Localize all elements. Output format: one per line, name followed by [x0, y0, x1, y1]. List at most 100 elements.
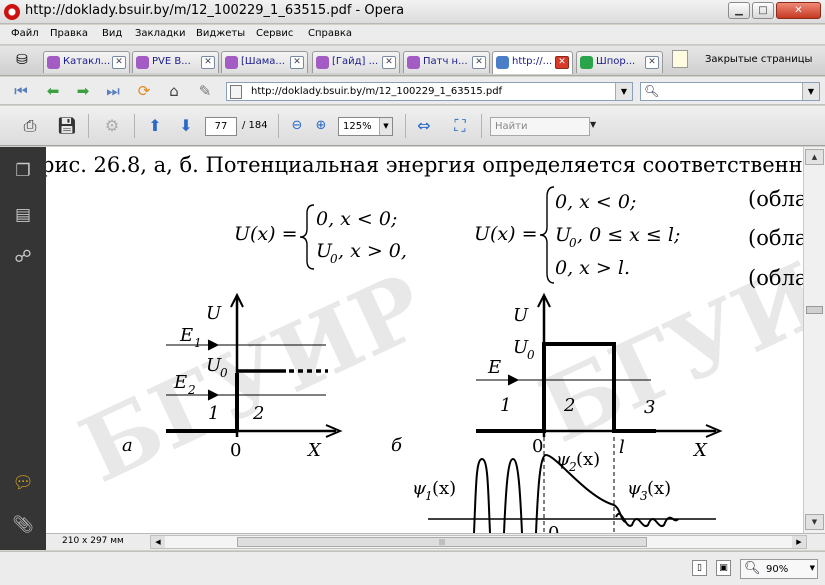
- tab-3[interactable]: [Шама... ✕: [221, 51, 308, 73]
- edit-icon[interactable]: ✎: [194, 81, 216, 101]
- fast-forward-icon[interactable]: ⏭: [102, 81, 124, 101]
- close-button[interactable]: ✕: [776, 2, 821, 19]
- tab-close-icon[interactable]: ✕: [290, 56, 304, 69]
- tab-7[interactable]: Шпор... ✕: [576, 51, 663, 73]
- tab-4[interactable]: [Гайд] ... ✕: [312, 51, 400, 73]
- navigation-bar: ⏮ ⬅ ➡ ⏭ ⟳ ⌂ ✎ http://doklady.bsuir.by/m/…: [0, 77, 825, 105]
- tab-2[interactable]: PVE В... ✕: [132, 51, 219, 73]
- save-icon[interactable]: 💾︎: [55, 115, 79, 137]
- svg-text:0: 0: [220, 366, 228, 380]
- chevron-down-icon: ▼: [379, 118, 392, 135]
- print-icon[interactable]: ⎙: [18, 115, 42, 137]
- menu-tools[interactable]: Сервис: [256, 28, 293, 39]
- tab-close-icon[interactable]: ✕: [112, 56, 126, 69]
- svg-text:0: 0: [548, 523, 559, 533]
- equation-2: U(x) = 0, x < 0; U 0 , 0 ≤ x ≤ l; 0, x >…: [474, 186, 680, 284]
- forward-icon[interactable]: ➡: [72, 81, 94, 101]
- page-icon: [496, 56, 509, 69]
- search-icon: 🔍︎: [644, 84, 660, 98]
- binoculars-icon[interactable]: ☍: [11, 245, 35, 269]
- chevron-down-icon[interactable]: ▼: [802, 83, 819, 100]
- pdf-page: БГУИР БГУИР рис. 26.8, а, б. Потенциальн…: [46, 153, 803, 533]
- text-line: рис. 26.8, а, б. Потенциальная энергия о…: [46, 153, 803, 177]
- menu-widgets[interactable]: Виджеты: [196, 28, 245, 39]
- page-icon: [230, 85, 242, 99]
- svg-text:(x): (x): [647, 478, 671, 499]
- comments-icon[interactable]: 💬︎: [11, 471, 35, 495]
- reload-icon[interactable]: ⟳: [133, 81, 155, 101]
- zoom-out-icon[interactable]: ⊖: [285, 115, 309, 137]
- attachment-icon[interactable]: 📎︎: [11, 513, 35, 537]
- watermark: БГУИР БГУИР: [65, 213, 803, 503]
- magnifier-icon: 🔍︎: [744, 561, 761, 576]
- svg-text:U(x) =: U(x) =: [234, 223, 298, 245]
- chevron-down-icon[interactable]: ▼: [590, 120, 596, 129]
- chevron-down-icon[interactable]: ▼: [615, 83, 632, 100]
- divider: [481, 114, 482, 138]
- svg-text:0: 0: [569, 236, 577, 250]
- scroll-left-icon[interactable]: ◀: [151, 536, 165, 548]
- divider: [134, 114, 135, 138]
- address-bar[interactable]: http://doklady.bsuir.by/m/12_100229_1_63…: [226, 82, 633, 101]
- tab-1[interactable]: Катакл... ✕: [43, 51, 130, 73]
- panel-toggle-icon[interactable]: ⛁: [8, 52, 36, 72]
- zoom-select[interactable]: 125% ▼: [338, 117, 393, 136]
- check-icon: [580, 56, 593, 69]
- svg-text:0: 0: [330, 252, 338, 266]
- vertical-scrollbar[interactable]: ▲ ▼: [803, 147, 825, 533]
- bookmark-icon[interactable]: ▤: [11, 203, 35, 227]
- rewind-icon[interactable]: ⏮: [10, 81, 32, 101]
- tab-close-icon[interactable]: ✕: [201, 56, 215, 69]
- maximize-button[interactable]: □: [752, 2, 774, 19]
- pdf-side-panel: ❐ ▤ ☍ 💬︎ 📎︎: [0, 147, 46, 550]
- window-title: http://doklady.bsuir.by/m/12_100229_1_63…: [25, 3, 405, 18]
- page-number-input[interactable]: 77: [205, 117, 237, 136]
- horizontal-scrollbar[interactable]: ◀ ||| ▶: [150, 535, 807, 549]
- home-icon[interactable]: ⌂: [163, 81, 185, 101]
- svg-text:б: б: [391, 435, 403, 456]
- menu-file[interactable]: Файл: [11, 28, 39, 39]
- find-input[interactable]: Найти: [490, 117, 590, 136]
- pdf-document-view: БГУИР БГУИР рис. 26.8, а, б. Потенциальн…: [46, 147, 803, 533]
- tab-close-icon[interactable]: ✕: [382, 56, 396, 69]
- menu-help[interactable]: Справка: [308, 28, 352, 39]
- tab-close-icon[interactable]: ✕: [645, 56, 659, 69]
- scroll-thumb[interactable]: [806, 306, 823, 314]
- svg-text:2: 2: [563, 395, 575, 416]
- scroll-down-icon[interactable]: ▼: [805, 514, 824, 530]
- status-bar: ▯ ▣ 🔍︎ 90% ▼: [0, 551, 825, 585]
- share-icon[interactable]: ⚙: [100, 115, 124, 137]
- fit-page-icon[interactable]: ⛶: [448, 115, 472, 137]
- tab-close-icon[interactable]: ✕: [555, 56, 569, 69]
- svg-text:, x > 0,: , x > 0,: [338, 240, 407, 262]
- menu-view[interactable]: Вид: [102, 28, 122, 39]
- pdf-bottom-bar: 210 x 297 мм ◀ ||| ▶: [46, 533, 825, 550]
- menu-edit[interactable]: Правка: [50, 28, 88, 39]
- tab-5[interactable]: Патч н... ✕: [403, 51, 490, 73]
- image-icon[interactable]: ▣: [716, 560, 731, 576]
- minimize-button[interactable]: ▁: [728, 2, 750, 19]
- panel-icon[interactable]: ▯: [692, 560, 707, 576]
- back-icon[interactable]: ⬅: [42, 81, 64, 101]
- tab-close-icon[interactable]: ✕: [472, 56, 486, 69]
- flask-icon: [316, 56, 329, 69]
- flask-icon: [47, 56, 60, 69]
- zoom-in-icon[interactable]: ⊕: [309, 115, 333, 137]
- svg-text:БГУИР: БГУИР: [65, 253, 440, 503]
- svg-text:U: U: [513, 305, 529, 326]
- scroll-right-icon[interactable]: ▶: [792, 536, 806, 548]
- zoom-control[interactable]: 🔍︎ 90% ▼: [740, 559, 818, 579]
- equation-1: U(x) = 0, x < 0; U 0 , x > 0,: [234, 204, 407, 270]
- search-input[interactable]: 🔍︎ ▼: [640, 82, 820, 101]
- prev-page-icon[interactable]: ⬆: [143, 115, 167, 137]
- tab-6-active[interactable]: http://... ✕: [492, 51, 573, 74]
- closed-pages-button[interactable]: Закрытые страницы: [672, 50, 825, 72]
- fit-width-icon[interactable]: ⇔: [412, 115, 436, 137]
- svg-text:0: 0: [527, 348, 535, 362]
- svg-text:2: 2: [252, 403, 264, 424]
- pages-icon[interactable]: ❐: [11, 159, 35, 183]
- next-page-icon[interactable]: ⬇: [174, 115, 198, 137]
- menu-bookmarks[interactable]: Закладки: [135, 28, 186, 39]
- scroll-up-icon[interactable]: ▲: [805, 149, 824, 165]
- scroll-thumb[interactable]: |||: [237, 537, 647, 547]
